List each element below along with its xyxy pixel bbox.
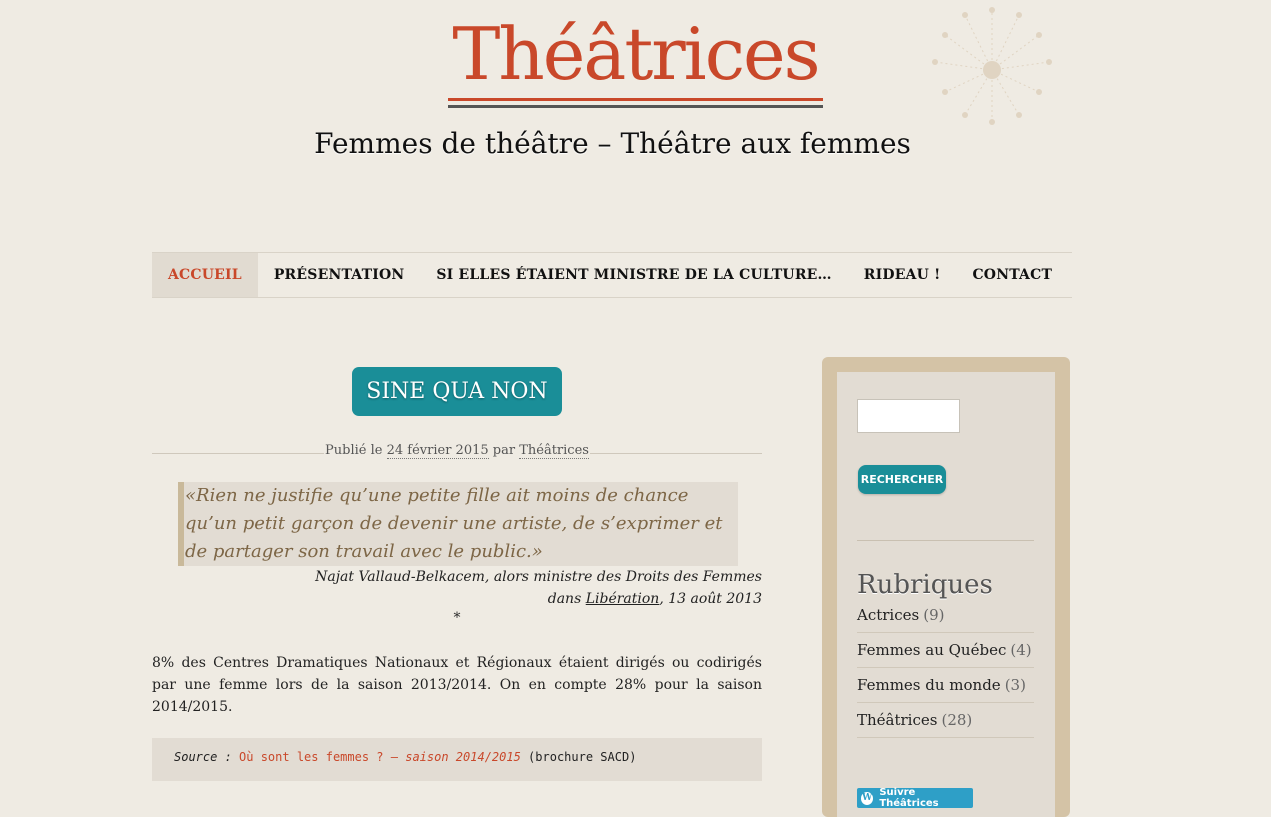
category-count: (3) <box>1004 676 1026 694</box>
attribution-line-1: Najat Vallaud-Belkacem, alors ministre d… <box>315 569 762 585</box>
nav-item-presentation[interactable]: PRÉSENTATION <box>258 253 421 297</box>
attribution-dans: dans <box>547 591 582 607</box>
main-navigation: ACCUEIL PRÉSENTATION SI ELLES ÉTAIENT MI… <box>152 252 1072 298</box>
wordpress-icon: W <box>861 791 874 805</box>
search-button[interactable]: RECHERCHER <box>858 465 946 494</box>
sidebar-inner: RECHERCHER Rubriques Actrices (9) Femmes … <box>837 372 1055 817</box>
category-name[interactable]: Actrices <box>857 606 919 624</box>
follow-button[interactable]: W Suivre Théâtrices <box>857 787 973 809</box>
quote-attribution: Najat Vallaud-Belkacem, alors ministre d… <box>152 566 762 610</box>
attribution-line-2: dans Libération, 13 août 2013 <box>152 588 762 610</box>
source-link-italic: saison 2014/2015 <box>405 750 521 764</box>
nav-item-accueil[interactable]: ACCUEIL <box>152 253 258 297</box>
meta-by: par <box>492 443 516 458</box>
category-name[interactable]: Femmes du monde <box>857 676 1001 694</box>
sidebar: RECHERCHER Rubriques Actrices (9) Femmes … <box>822 357 1070 817</box>
post-author-link[interactable]: Théâtrices <box>519 443 589 459</box>
nav-item-contact[interactable]: CONTACT <box>956 253 1068 297</box>
post-meta: Publié le 24 février 2015 par Théâtrices <box>152 443 762 459</box>
source-label: Source : <box>174 750 232 764</box>
post-title-container: SINE QUA NON <box>152 367 762 416</box>
meta-prefix: Publié le <box>325 443 383 458</box>
sidebar-divider <box>857 540 1034 541</box>
site-tagline: Femmes de théâtre – Théâtre aux femmes <box>314 127 911 160</box>
category-item-femmes-du-monde[interactable]: Femmes du monde (3) <box>857 668 1034 703</box>
source-link-text: Où sont les femmes ? – <box>239 750 398 764</box>
attribution-date: , 13 août 2013 <box>659 591 762 607</box>
site-title-container: Théâtrices <box>0 10 1271 101</box>
category-count: (9) <box>923 606 945 624</box>
post-paragraph: 8% des Centres Dramatiques Nationaux et … <box>152 655 762 715</box>
post-blockquote: «Rien ne justifie qu’une petite fille ai… <box>178 482 738 566</box>
category-item-actrices[interactable]: Actrices (9) <box>857 598 1034 633</box>
site-title-link[interactable]: Théâtrices <box>448 10 823 101</box>
follow-label: Suivre Théâtrices <box>879 787 939 809</box>
category-item-theatrices[interactable]: Théâtrices (28) <box>857 703 1034 738</box>
category-name[interactable]: Femmes au Québec <box>857 641 1006 659</box>
post-title[interactable]: SINE QUA NON <box>352 367 562 416</box>
source-box: Source : Où sont les femmes ? – saison 2… <box>152 738 762 781</box>
search-input[interactable] <box>857 399 960 433</box>
separator-asterisk: * <box>453 610 461 626</box>
source-suffix: (brochure SACD) <box>528 750 637 764</box>
liberation-link[interactable]: Libération <box>586 591 660 607</box>
post-date-link[interactable]: 24 février 2015 <box>386 443 489 459</box>
category-name[interactable]: Théâtrices <box>857 711 937 729</box>
widget-title-rubriques: Rubriques <box>857 570 993 600</box>
category-count: (28) <box>941 711 973 729</box>
nav-item-ministre-culture[interactable]: SI ELLES ÉTAIENT MINISTRE DE LA CULTURE… <box>420 253 847 297</box>
category-count: (4) <box>1010 641 1032 659</box>
nav-item-rideau[interactable]: RIDEAU ! <box>848 253 957 297</box>
source-link[interactable]: Où sont les femmes ? – saison 2014/2015 <box>239 750 521 764</box>
categories-list: Actrices (9) Femmes au Québec (4) Femmes d… <box>857 598 1034 738</box>
category-item-femmes-au-quebec[interactable]: Femmes au Québec (4) <box>857 633 1034 668</box>
